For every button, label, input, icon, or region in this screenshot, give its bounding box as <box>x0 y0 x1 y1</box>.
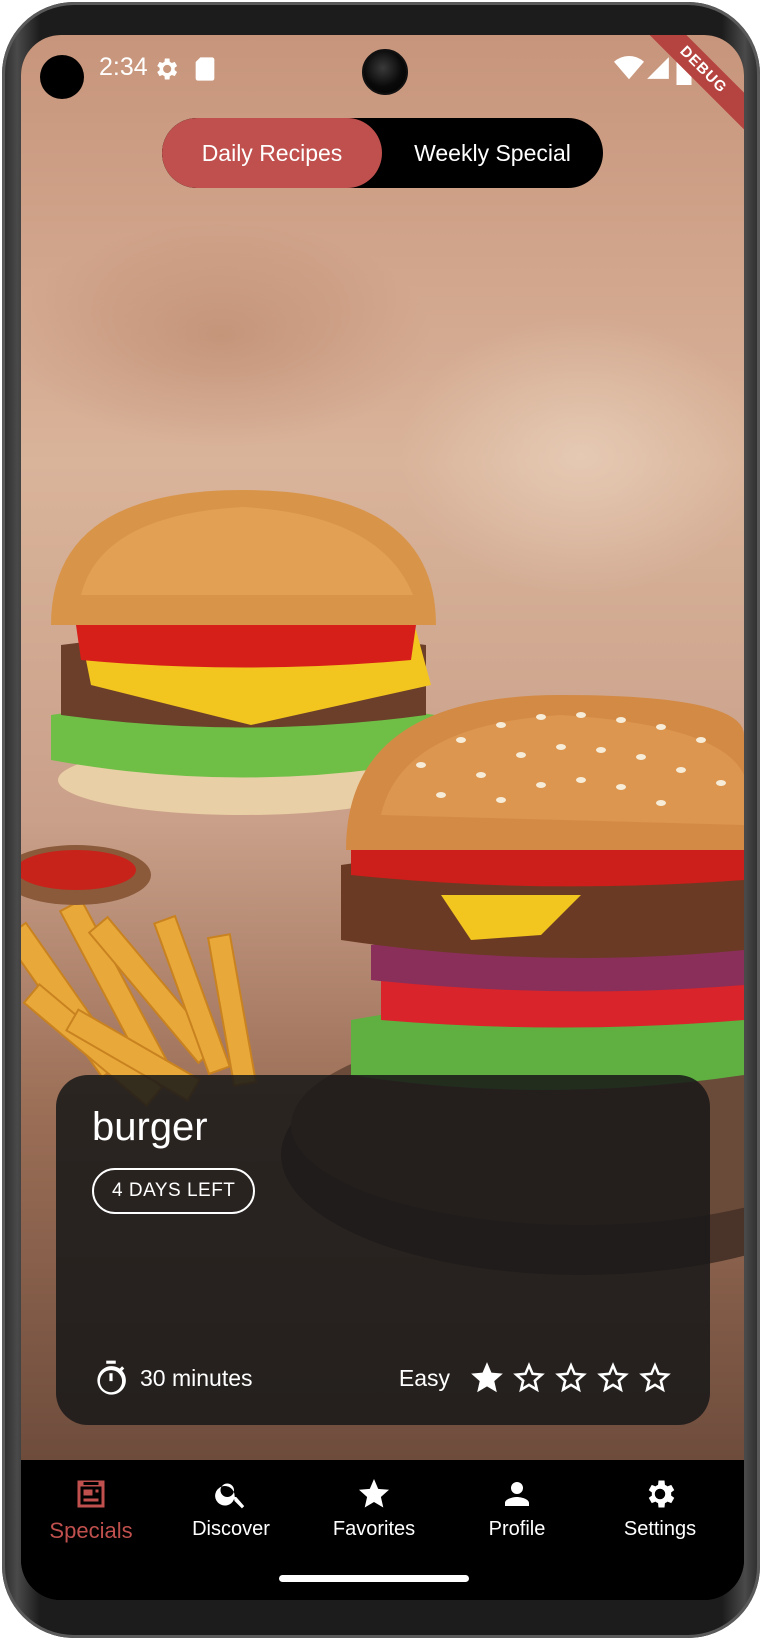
recipe-duration: 30 minutes <box>92 1358 253 1398</box>
front-burger <box>341 695 744 1090</box>
recipe-mode-toggle: Daily Recipes Weekly Special <box>162 118 603 188</box>
difficulty-rating <box>464 1359 674 1397</box>
signal-icon <box>647 57 669 79</box>
nav-label: Favorites <box>332 1518 416 1540</box>
camera-cutout <box>40 55 84 99</box>
sd-card-icon <box>195 57 215 81</box>
nav-label: Settings <box>623 1518 697 1540</box>
days-left-badge: 4 DAYS LEFT <box>92 1168 256 1214</box>
status-time: 2:34 <box>99 53 148 81</box>
nav-discover[interactable]: Discover <box>161 1476 301 1556</box>
difficulty-text: Easy <box>398 1364 450 1391</box>
recipe-card[interactable]: burger 4 DAYS LEFT 30 minutes Easy <box>56 1075 710 1425</box>
timer-icon <box>97 1360 126 1395</box>
star-filled-icon <box>471 1362 503 1393</box>
nav-specials[interactable]: Specials <box>21 1476 161 1556</box>
nav-label: Profile <box>488 1518 546 1540</box>
wifi-icon <box>614 56 644 80</box>
nav-profile[interactable]: Profile <box>447 1476 587 1556</box>
person-icon <box>505 1482 529 1506</box>
star-outline-icon <box>513 1362 545 1393</box>
recipe-title: burger <box>92 1105 208 1149</box>
gear-icon <box>157 58 178 80</box>
nav-favorites[interactable]: Favorites <box>304 1476 444 1556</box>
tab-daily-recipes[interactable]: Daily Recipes <box>162 118 382 188</box>
star-outline-icon <box>639 1362 671 1393</box>
duration-text: 30 minutes <box>140 1364 253 1391</box>
star-icon <box>359 1479 389 1508</box>
status-bar: 2:34 DEBUG <box>21 35 744 133</box>
tab-weekly-special[interactable]: Weekly Special <box>382 118 603 188</box>
nav-settings[interactable]: Settings <box>590 1476 730 1556</box>
star-outline-icon <box>555 1362 587 1393</box>
front-camera <box>362 49 408 95</box>
ketchup-bowl <box>21 845 151 905</box>
gear-icon <box>648 1480 675 1508</box>
search-icon <box>215 1483 245 1509</box>
nav-label: Discover <box>192 1518 270 1540</box>
star-outline-icon <box>597 1362 629 1393</box>
device-frame: 2:34 DEBUG Daily Recipes Weekly Special <box>0 0 765 1646</box>
nav-label: Specials <box>49 1518 133 1543</box>
home-indicator[interactable] <box>279 1575 469 1582</box>
app-screen: 2:34 DEBUG Daily Recipes Weekly Special <box>21 35 744 1600</box>
specials-icon <box>77 1480 105 1508</box>
recipe-difficulty: Easy <box>399 1358 674 1398</box>
